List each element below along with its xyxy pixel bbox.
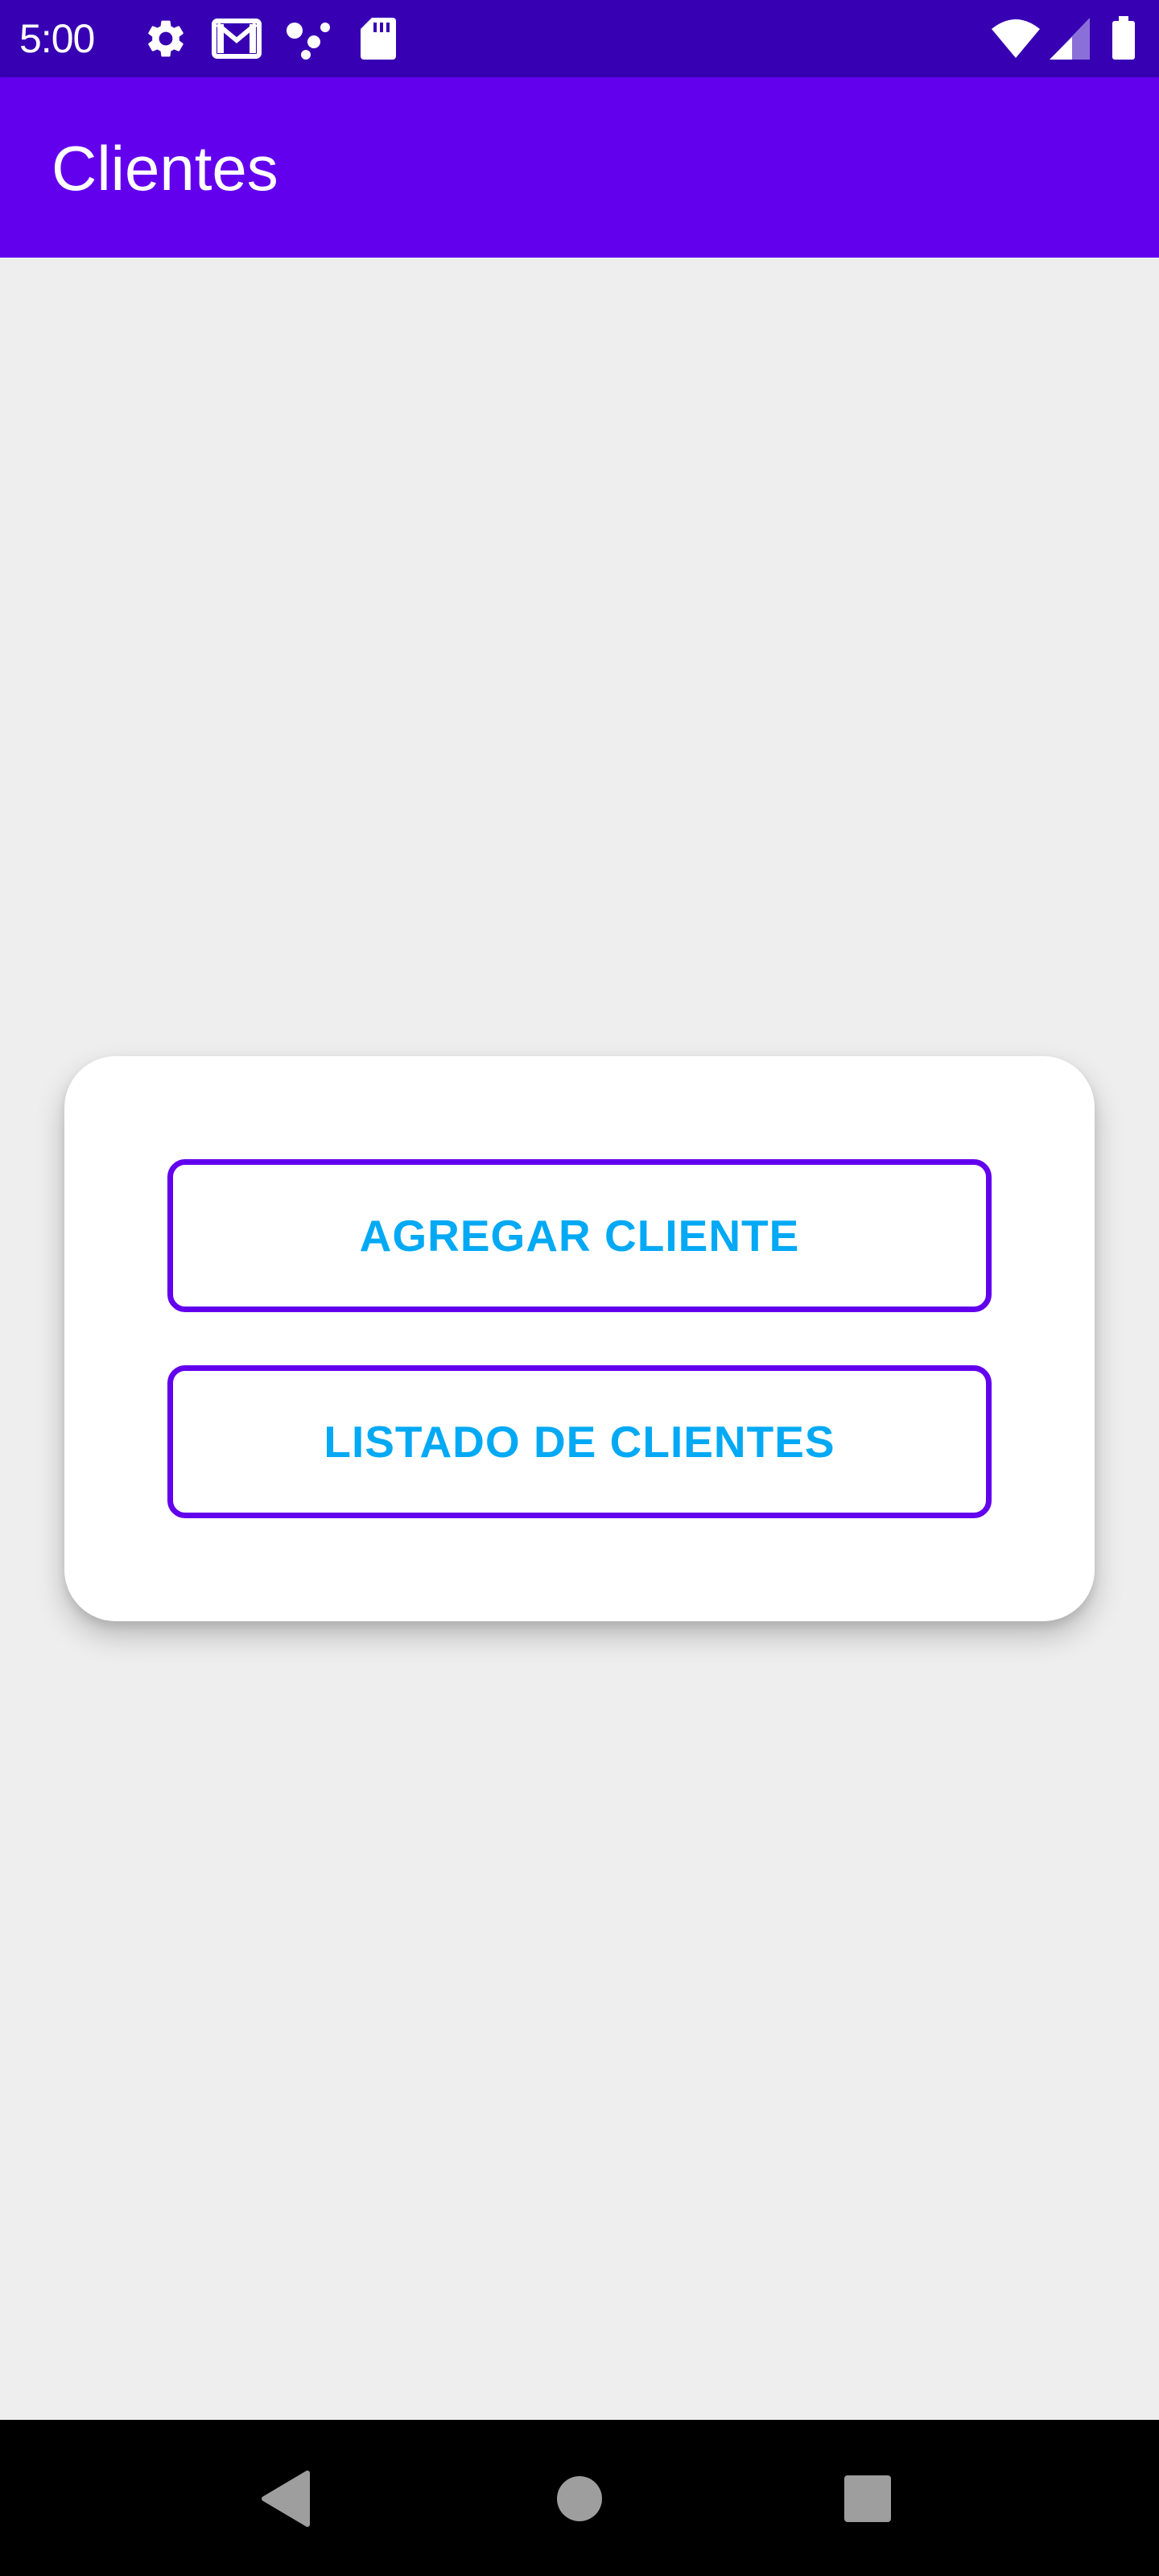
status-time: 5:00	[19, 16, 95, 61]
battery-icon	[1111, 16, 1136, 65]
cell-signal-icon	[1048, 16, 1091, 65]
add-client-button[interactable]: AGREGAR CLIENTE	[167, 1159, 992, 1312]
page-title: Clientes	[52, 133, 278, 204]
main-content: AGREGAR CLIENTE LISTADO DE CLIENTES	[0, 258, 1159, 2420]
gmail-icon	[211, 16, 262, 65]
wifi-icon	[990, 16, 1041, 65]
recents-icon[interactable]	[842, 2470, 893, 2532]
dots-network-icon	[283, 16, 332, 65]
settings-gear-icon	[143, 16, 188, 65]
status-bar: 5:00	[0, 0, 1159, 77]
client-list-button[interactable]: LISTADO DE CLIENTES	[167, 1365, 992, 1518]
back-icon[interactable]	[259, 2470, 311, 2532]
menu-card: AGREGAR CLIENTE LISTADO DE CLIENTES	[64, 1056, 1095, 1621]
sd-card-icon	[359, 16, 398, 65]
app-bar: Clientes	[0, 77, 1159, 258]
home-icon[interactable]	[554, 2470, 605, 2532]
navigation-bar	[0, 2420, 1159, 2576]
